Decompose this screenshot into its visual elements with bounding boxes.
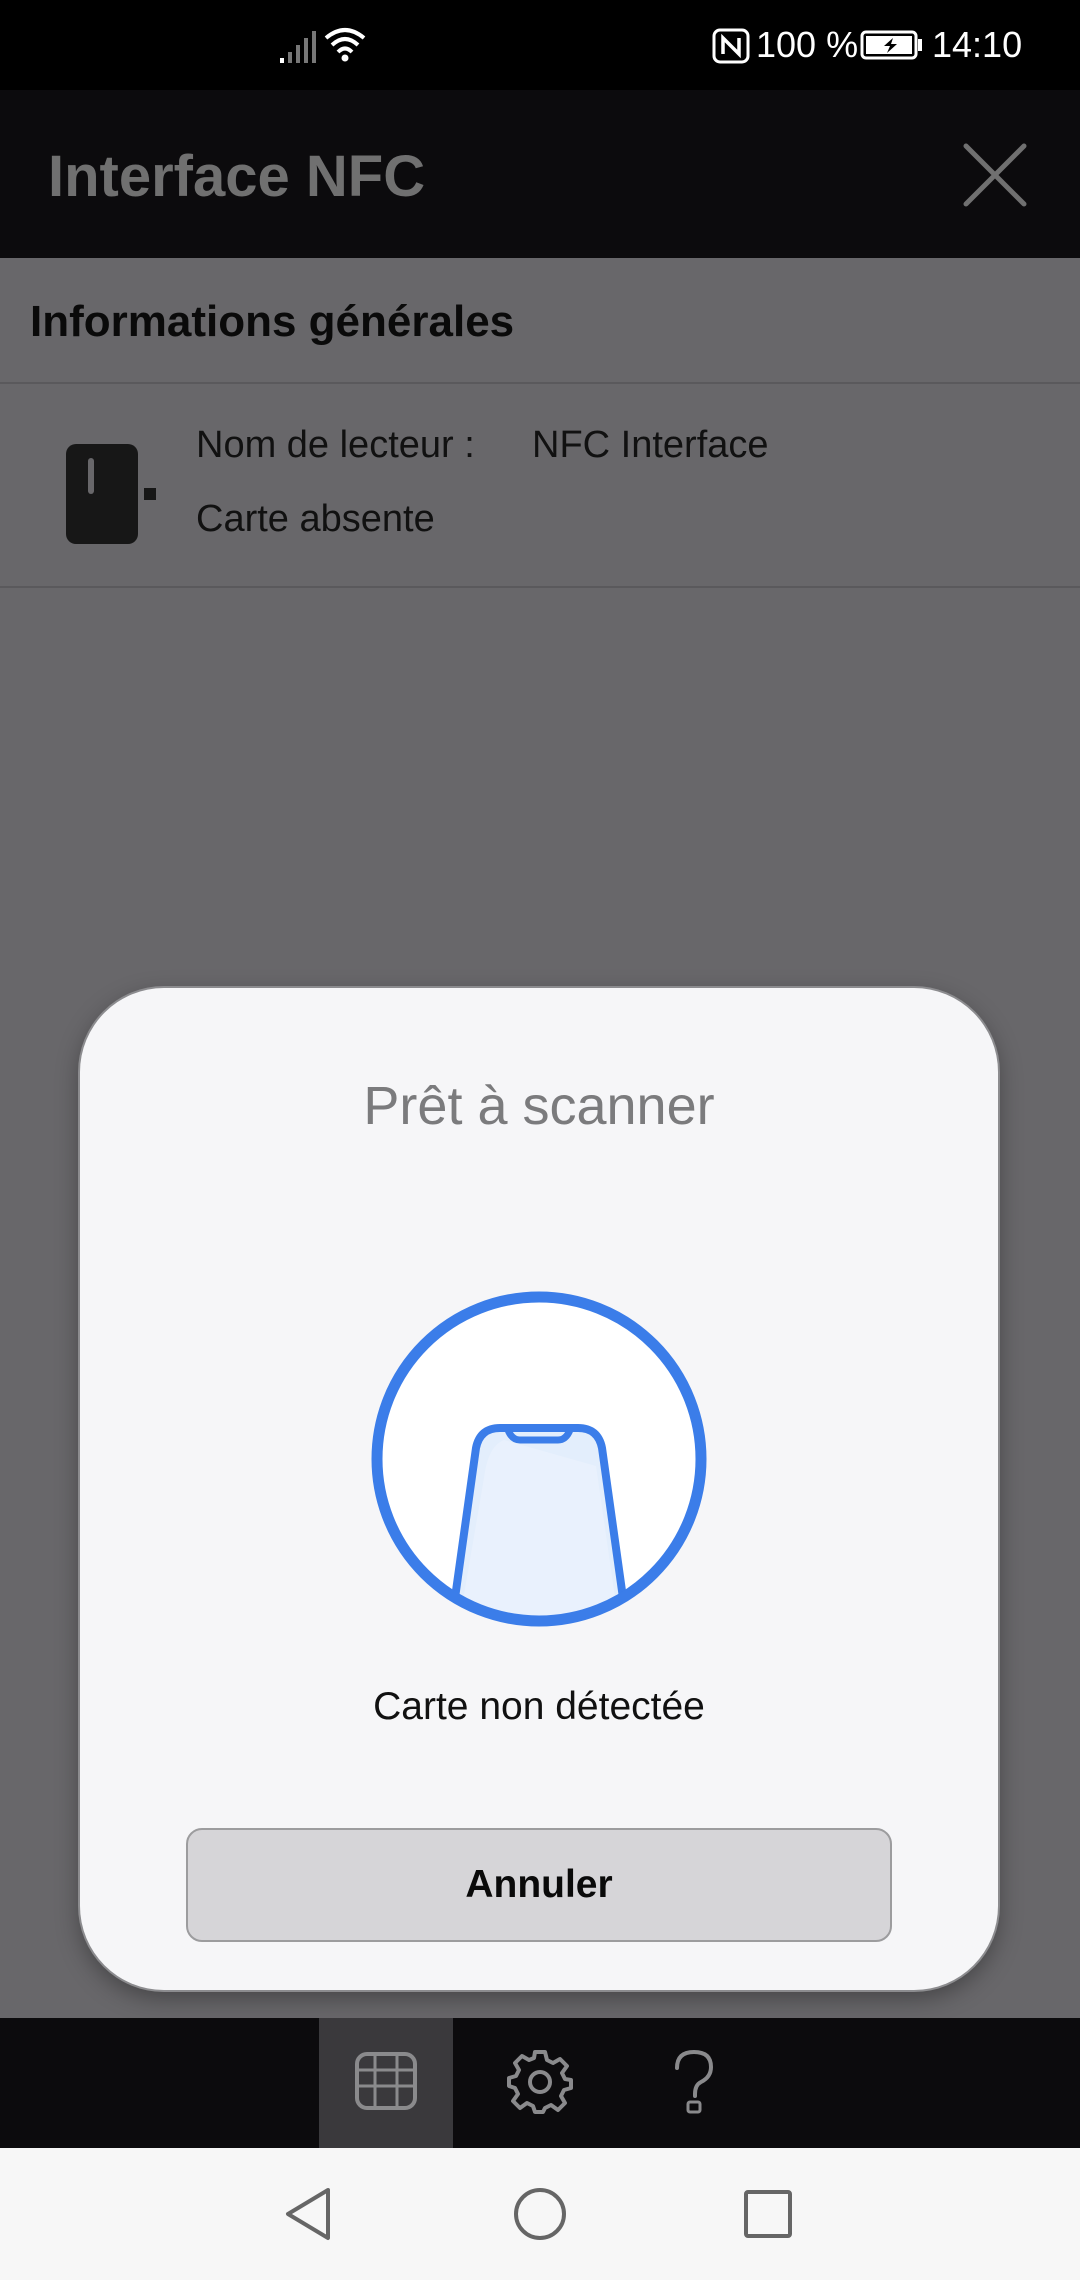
section-title: Informations générales: [30, 297, 515, 346]
cancel-button[interactable]: Annuler: [186, 1828, 892, 1942]
back-button[interactable]: [278, 2184, 338, 2244]
home-button[interactable]: [510, 2184, 570, 2244]
page-title: Interface NFC: [48, 144, 426, 209]
reader-name-label: Nom de lecteur :: [196, 424, 475, 466]
reader-name-value: NFC Interface: [532, 424, 769, 466]
close-icon: [963, 143, 1027, 207]
gear-icon: [507, 2050, 573, 2114]
tab-settings[interactable]: [473, 2018, 607, 2148]
recents-icon: [744, 2190, 792, 2238]
system-nav-bar: [0, 2148, 1080, 2280]
back-icon: [286, 2188, 330, 2240]
phone-scan-icon: [371, 1291, 707, 1627]
card-list-icon: [355, 2052, 417, 2110]
bottom-tab-bar: [0, 2018, 1080, 2148]
close-button[interactable]: [960, 140, 1030, 210]
tab-cards[interactable]: [319, 2018, 453, 2148]
nfc-icon: [712, 28, 750, 64]
scan-status-message: Carte non détectée: [373, 1685, 705, 1728]
scan-dialog-title: Prêt à scanner: [363, 1076, 715, 1136]
scan-dialog: Prêt à scanner Carte non détectée Annule…: [80, 988, 998, 1990]
section-header: Informations générales: [0, 258, 1080, 384]
app-bar: Interface NFC: [0, 90, 1080, 258]
card-reader-icon: [66, 444, 156, 544]
tab-help[interactable]: [627, 2018, 761, 2148]
reader-info-row: Nom de lecteur : NFC Interface Carte abs…: [0, 384, 1080, 588]
recents-button[interactable]: [738, 2184, 798, 2244]
signal-icon: [280, 31, 316, 63]
home-icon: [514, 2188, 566, 2240]
status-bar: 100 % 14:10: [0, 0, 1080, 90]
battery-charging-icon: [860, 30, 922, 60]
wifi-icon: [324, 28, 366, 62]
battery-percent: 100 %: [756, 24, 859, 65]
card-status: Carte absente: [196, 498, 435, 540]
clock: 14:10: [932, 24, 1023, 65]
help-icon: [675, 2049, 714, 2114]
